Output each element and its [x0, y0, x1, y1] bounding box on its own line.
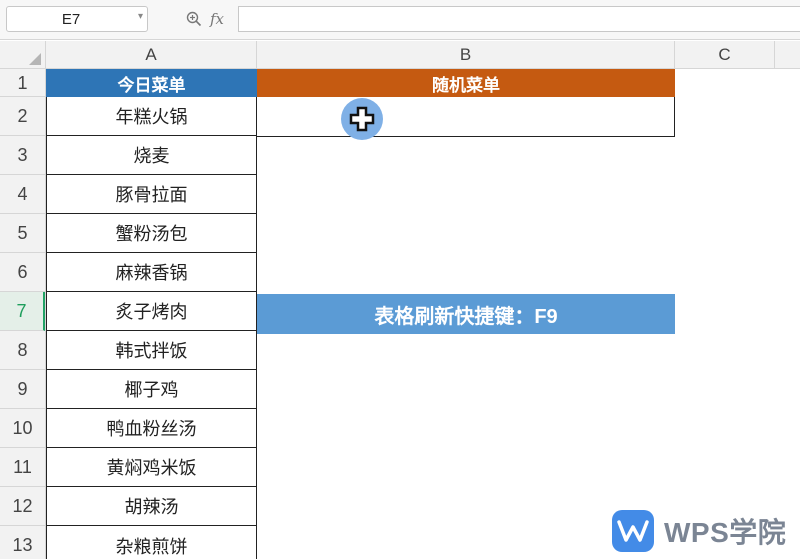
row-header-11[interactable]: 11 — [0, 448, 45, 487]
cell-a3[interactable]: 烧麦 — [46, 136, 257, 175]
cell-a6[interactable]: 麻辣香锅 — [46, 253, 257, 292]
row-headers: 1 2 3 4 5 6 7 8 9 10 11 12 13 — [0, 69, 46, 559]
cell-a12[interactable]: 胡辣汤 — [46, 487, 257, 526]
column-header-b[interactable]: B — [257, 41, 675, 69]
cell-select-cursor-icon — [341, 98, 383, 140]
cell-b2[interactable] — [257, 97, 675, 137]
cell-b1-header[interactable]: 随机菜单 — [257, 69, 675, 97]
cell-a13[interactable]: 杂粮煎饼 — [46, 526, 257, 559]
row-header-6[interactable]: 6 — [0, 253, 45, 292]
fx-button[interactable]: fx — [210, 10, 224, 28]
formula-icons: fx — [186, 8, 224, 30]
cell-a9[interactable]: 椰子鸡 — [46, 370, 257, 409]
row-header-9[interactable]: 9 — [0, 370, 45, 409]
row-header-12[interactable]: 12 — [0, 487, 45, 526]
refresh-shortcut-tip: 表格刷新快捷键：F9 — [257, 294, 675, 334]
cell-a7[interactable]: 炙子烤肉 — [46, 292, 257, 331]
cell-a8[interactable]: 韩式拌饭 — [46, 331, 257, 370]
column-headers: A B C — [0, 41, 800, 69]
column-header-c[interactable]: C — [675, 41, 775, 69]
cell-a2[interactable]: 年糕火锅 — [46, 97, 257, 136]
row-header-7[interactable]: 7 — [0, 292, 45, 331]
watermark-text: WPS学院 — [664, 517, 787, 548]
cell-a10[interactable]: 鸭血粉丝汤 — [46, 409, 257, 448]
cell-a1-header[interactable]: 今日菜单 — [46, 69, 257, 97]
row-header-2[interactable]: 2 — [0, 97, 45, 136]
row-header-3[interactable]: 3 — [0, 136, 45, 175]
row-header-1[interactable]: 1 — [0, 69, 45, 97]
chevron-down-icon[interactable]: ▾ — [138, 11, 143, 22]
cell-a11[interactable]: 黄焖鸡米饭 — [46, 448, 257, 487]
name-box[interactable]: E7 ▾ — [6, 6, 148, 32]
zoom-icon[interactable] — [186, 11, 202, 27]
wps-watermark: WPS学院 — [612, 506, 800, 556]
row-header-13[interactable]: 13 — [0, 526, 45, 559]
row-header-4[interactable]: 4 — [0, 175, 45, 214]
spreadsheet-grid: 今日菜单 随机菜单 年糕火锅 烧麦 豚骨拉面 蟹粉汤包 麻辣香锅 炙子烤肉 韩式… — [46, 69, 800, 559]
formula-bar: E7 ▾ fx — [0, 0, 800, 40]
wps-logo-icon — [612, 510, 654, 552]
row-header-5[interactable]: 5 — [0, 214, 45, 253]
column-header-a[interactable]: A — [46, 41, 257, 69]
select-all-corner[interactable] — [0, 41, 46, 69]
cell-a4[interactable]: 豚骨拉面 — [46, 175, 257, 214]
formula-input[interactable] — [238, 6, 800, 32]
name-box-value: E7 — [61, 11, 81, 28]
row-header-8[interactable]: 8 — [0, 331, 45, 370]
cell-a5[interactable]: 蟹粉汤包 — [46, 214, 257, 253]
row-header-10[interactable]: 10 — [0, 409, 45, 448]
